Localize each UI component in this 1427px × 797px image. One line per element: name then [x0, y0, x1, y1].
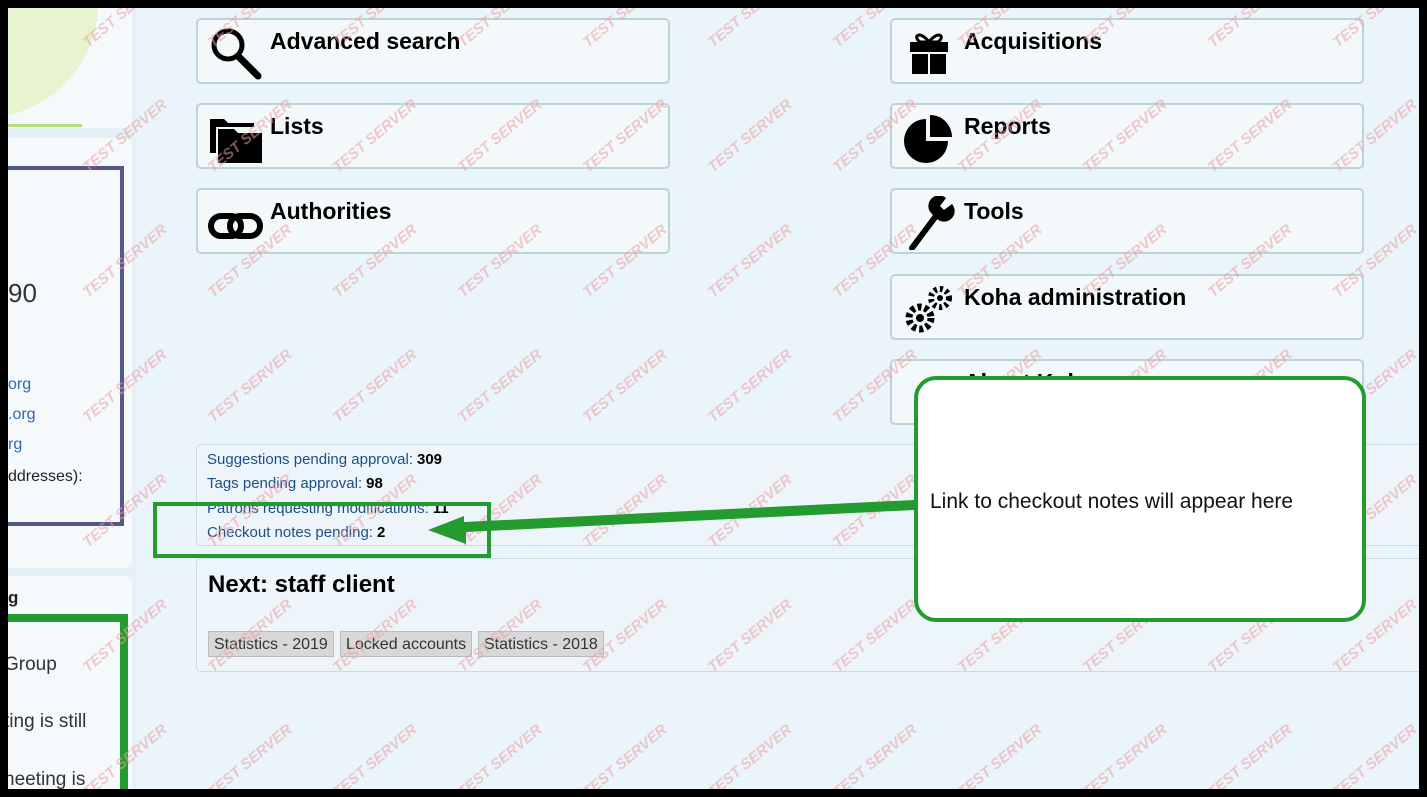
watermark-text: TEST SERVER — [705, 346, 796, 426]
left-panel-top — [8, 8, 132, 128]
watermark-text: TEST SERVER — [455, 346, 546, 426]
screenshot-frame: 90 org .org rg ddresses): g Group ting i… — [8, 8, 1419, 789]
info-link[interactable]: .org — [8, 406, 36, 424]
nav-label: Reports — [964, 113, 1051, 139]
pending-suggestions-link[interactable]: Suggestions pending approval: 309 — [207, 451, 442, 468]
watermark-text: TEST SERVER — [580, 721, 671, 789]
info-addresses-text: ddresses): — [8, 468, 83, 485]
tab-statistics-2019[interactable]: Statistics - 2019 — [208, 631, 334, 657]
panel-divider — [8, 124, 82, 127]
watermark-text: TEST SERVER — [705, 8, 796, 51]
tab-locked-accounts[interactable]: Locked accounts — [340, 631, 473, 657]
info-link[interactable]: rg — [8, 436, 22, 454]
watermark-text: TEST SERVER — [580, 346, 671, 426]
pending-tags-link[interactable]: Tags pending approval: 98 — [207, 475, 383, 492]
news-line: ting is still — [8, 711, 87, 732]
pending-label: Tags pending approval: — [207, 475, 363, 492]
news-title: Next: staff client — [208, 571, 395, 598]
pending-count: 309 — [417, 451, 443, 468]
left-panel-news: g Group ting is still neeting is — [8, 576, 132, 789]
watermark-text: TEST SERVER — [705, 721, 796, 789]
news-line: Group — [8, 654, 57, 675]
pie-chart-icon — [904, 115, 952, 163]
watermark-text: TEST SERVER — [330, 346, 421, 426]
chain-link-icon — [208, 213, 263, 239]
info-link[interactable]: org — [8, 376, 31, 394]
watermark-text: TEST SERVER — [705, 221, 796, 301]
watermark-text: TEST SERVER — [330, 721, 421, 789]
watermark-text: TEST SERVER — [1330, 721, 1419, 789]
watermark-text: TEST SERVER — [830, 721, 921, 789]
watermark-text: TEST SERVER — [205, 346, 296, 426]
news-line: neeting is — [8, 769, 86, 789]
annotation-callout: Link to checkout notes will appear here — [914, 376, 1366, 622]
nav-label: Advanced search — [270, 28, 461, 54]
watermark-text: TEST SERVER — [455, 721, 546, 789]
watermark-text: TEST SERVER — [1205, 721, 1296, 789]
folders-icon — [210, 119, 262, 163]
gift-icon — [910, 33, 948, 74]
watermark-text: TEST SERVER — [955, 721, 1046, 789]
news-highlight-box — [8, 614, 128, 789]
news-heading: g — [8, 588, 19, 607]
nav-lists[interactable]: Lists — [196, 103, 670, 169]
watermark-text: TEST SERVER — [205, 721, 296, 789]
magnifier-icon — [211, 28, 262, 80]
pending-label: Suggestions pending approval: — [207, 451, 413, 468]
nav-acquisitions[interactable]: Acquisitions — [890, 18, 1364, 84]
nav-label: Koha administration — [964, 284, 1187, 310]
nav-label: Authorities — [270, 198, 392, 224]
tab-statistics-2018[interactable]: Statistics - 2018 — [478, 631, 604, 657]
watermark-text: TEST SERVER — [1080, 721, 1171, 789]
info-number: 90 — [8, 278, 37, 308]
nav-tools[interactable]: Tools — [890, 188, 1364, 254]
nav-label: Tools — [964, 198, 1024, 224]
left-panel-info: 90 org .org rg ddresses): — [8, 138, 132, 568]
wrench-icon — [909, 196, 955, 250]
nav-label: Lists — [270, 113, 324, 139]
nav-advanced-search[interactable]: Advanced search — [196, 18, 670, 84]
pending-count: 98 — [366, 475, 383, 492]
annotation-highlight-box — [153, 502, 491, 558]
nav-label: Acquisitions — [964, 28, 1103, 54]
callout-text: Link to checkout notes will appear here — [930, 490, 1294, 513]
nav-reports[interactable]: Reports — [890, 103, 1364, 169]
nav-koha-administration[interactable]: Koha administration — [890, 274, 1364, 340]
gears-icon — [905, 286, 952, 333]
left-sidebar: 90 org .org rg ddresses): g Group ting i… — [8, 8, 136, 789]
panel-graphic — [8, 8, 98, 118]
watermark-text: TEST SERVER — [705, 96, 796, 176]
nav-authorities[interactable]: Authorities — [196, 188, 670, 254]
